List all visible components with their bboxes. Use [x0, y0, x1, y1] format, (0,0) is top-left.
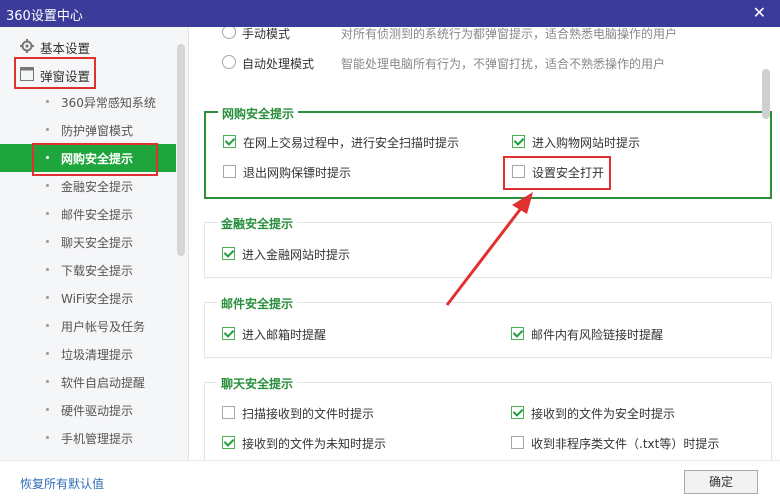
sidebar-item[interactable]: 硬件驱动提示 — [0, 396, 176, 424]
sidebar-item[interactable]: 金融安全提示 — [0, 172, 176, 200]
sidebar: 基本设置 弹窗设置 360异常感知系统 防护弹窗模式 网购安全提示 金融安全提示… — [0, 27, 189, 460]
radio-button[interactable] — [222, 55, 236, 69]
bullet-dot — [46, 352, 49, 355]
checkbox-checked[interactable] — [222, 327, 235, 340]
annotation-box-safe-open — [503, 156, 611, 190]
window-title: 360设置中心 — [6, 9, 83, 24]
bullet-dot — [46, 408, 49, 411]
option-risky-link[interactable]: 邮件内有风险链接时提醒 — [511, 326, 731, 344]
settings-content: 手动模式 对所有侦测到的系统行为都弹窗提示，适合熟悉电脑操作的用户 自动处理模式… — [189, 27, 780, 460]
bullet-dot — [46, 212, 49, 215]
option-label: 收到非程序类文件（.txt等）时提示 — [531, 437, 720, 451]
group-mail: 邮件安全提示 进入邮箱时提醒 邮件内有风险链接时提醒 — [204, 295, 772, 358]
option-label: 邮件内有风险链接时提醒 — [531, 328, 664, 342]
bullet-dot — [46, 296, 49, 299]
sidebar-item-label: 硬件驱动提示 — [61, 404, 134, 418]
sidebar-item-label: 聊天安全提示 — [61, 236, 134, 250]
bullet-dot — [46, 380, 49, 383]
checkbox-checked[interactable] — [223, 135, 236, 148]
sidebar-item[interactable]: 邮件安全提示 — [0, 200, 176, 228]
checkbox-checked[interactable] — [222, 436, 235, 449]
radio-manual-mode[interactable]: 手动模式 对所有侦测到的系统行为都弹窗提示，适合熟悉电脑操作的用户 — [222, 27, 762, 43]
option-label: 在网上交易过程中，进行安全扫描时提示 — [243, 136, 460, 150]
option-label: 接收到的文件为安全时提示 — [531, 407, 676, 421]
reset-defaults-link[interactable]: 恢复所有默认值 — [20, 475, 104, 492]
footer-bar: 恢复所有默认值 确定 — [0, 460, 780, 501]
checkbox-checked[interactable] — [222, 247, 235, 260]
sidebar-item-label: 邮件安全提示 — [61, 208, 134, 222]
option-enter-shop-site[interactable]: 进入购物网站时提示 — [512, 134, 712, 152]
sidebar-scrollbar[interactable] — [177, 44, 185, 256]
sidebar-item-label: WiFi安全提示 — [61, 292, 134, 306]
bullet-dot — [46, 240, 49, 243]
annotation-box-popup-settings — [14, 57, 96, 89]
option-label: 接收到的文件为未知时提示 — [242, 437, 387, 451]
sidebar-item-label: 手机管理提示 — [61, 432, 134, 446]
option-enter-finance-site[interactable]: 进入金融网站时提示 — [222, 246, 422, 264]
sidebar-item[interactable]: 360异常感知系统 — [0, 88, 176, 116]
sidebar-item[interactable]: WiFi安全提示 — [0, 284, 176, 312]
sidebar-item[interactable]: 垃圾清理提示 — [0, 340, 176, 368]
sidebar-item-label: 垃圾清理提示 — [61, 348, 134, 362]
bullet-dot — [46, 324, 49, 327]
radio-button[interactable] — [222, 27, 236, 39]
option-label: 进入邮箱时提醒 — [242, 328, 327, 342]
bullet-dot — [46, 268, 49, 271]
sidebar-item[interactable]: 用户帐号及任务 — [0, 312, 176, 340]
sidebar-item[interactable]: 聊天安全提示 — [0, 228, 176, 256]
sidebar-item-label: 用户帐号及任务 — [61, 320, 146, 334]
group-title: 金融安全提示 — [217, 215, 298, 232]
sidebar-item[interactable]: 手机管理提示 — [0, 424, 176, 452]
group-shopping: 网购安全提示 在网上交易过程中，进行安全扫描时提示 进入购物网站时提示 退出网购… — [204, 105, 772, 199]
checkbox-unchecked[interactable] — [511, 436, 524, 449]
bullet-dot — [46, 184, 49, 187]
sidebar-item[interactable]: 防护弹窗模式 — [0, 116, 176, 144]
checkbox-checked[interactable] — [512, 135, 525, 148]
option-scan-during-trade[interactable]: 在网上交易过程中，进行安全扫描时提示 — [223, 134, 503, 152]
radio-auto-mode[interactable]: 自动处理模式 智能处理电脑所有行为，不弹窗打扰，适合不熟悉操作的用户 — [222, 55, 762, 73]
checkbox-unchecked[interactable] — [223, 165, 236, 178]
option-label: 扫描接收到的文件时提示 — [242, 407, 375, 421]
bullet-dot — [46, 436, 49, 439]
sidebar-item-label: 下载安全提示 — [61, 264, 134, 278]
option-scan-received-file[interactable]: 扫描接收到的文件时提示 — [222, 405, 442, 423]
option-file-unknown[interactable]: 接收到的文件为未知时提示 — [222, 435, 442, 453]
checkbox-checked[interactable] — [511, 327, 524, 340]
group-chat: 聊天安全提示 扫描接收到的文件时提示 接收到的文件为安全时提示 接收到的文件为未… — [204, 375, 772, 460]
option-non-program-file[interactable]: 收到非程序类文件（.txt等）时提示 — [511, 435, 761, 453]
checkbox-unchecked[interactable] — [222, 406, 235, 419]
sidebar-item-label: 软件自启动提醒 — [61, 376, 146, 390]
checkbox-checked[interactable] — [511, 406, 524, 419]
option-label: 退出网购保镖时提示 — [243, 166, 352, 180]
option-label: 进入金融网站时提示 — [242, 248, 351, 262]
group-title: 邮件安全提示 — [217, 295, 298, 312]
group-title: 聊天安全提示 — [217, 375, 298, 392]
sidebar-item[interactable]: 下载安全提示 — [0, 256, 176, 284]
group-finance: 金融安全提示 进入金融网站时提示 — [204, 215, 772, 278]
sidebar-category-basic[interactable]: 基本设置 — [0, 32, 176, 60]
gear-icon — [20, 39, 34, 53]
title-bar: 360设置中心 ✕ — [0, 0, 780, 27]
radio-description: 对所有侦测到的系统行为都弹窗提示，适合熟悉电脑操作的用户 — [341, 27, 678, 41]
radio-label: 手动模式 — [242, 27, 291, 41]
option-file-safe[interactable]: 接收到的文件为安全时提示 — [511, 405, 731, 423]
bullet-dot — [46, 128, 49, 131]
option-exit-guard[interactable]: 退出网购保镖时提示 — [223, 164, 423, 182]
group-title: 网购安全提示 — [218, 105, 299, 122]
bullet-dot — [46, 100, 49, 103]
radio-label: 自动处理模式 — [242, 57, 315, 71]
sidebar-item-label: 360异常感知系统 — [61, 96, 156, 110]
option-label: 进入购物网站时提示 — [532, 136, 641, 150]
close-icon[interactable]: ✕ — [753, 3, 766, 22]
sidebar-item-label: 防护弹窗模式 — [61, 124, 134, 138]
sidebar-category-label: 基本设置 — [40, 41, 91, 56]
sidebar-item[interactable]: 软件自启动提醒 — [0, 368, 176, 396]
content-scrollbar[interactable] — [762, 69, 770, 119]
annotation-box-shopping-item — [32, 143, 158, 176]
sidebar-item-label: 金融安全提示 — [61, 180, 134, 194]
option-enter-mailbox[interactable]: 进入邮箱时提醒 — [222, 326, 422, 344]
radio-description: 智能处理电脑所有行为，不弹窗打扰，适合不熟悉操作的用户 — [341, 57, 666, 71]
ok-button[interactable]: 确定 — [684, 470, 758, 494]
